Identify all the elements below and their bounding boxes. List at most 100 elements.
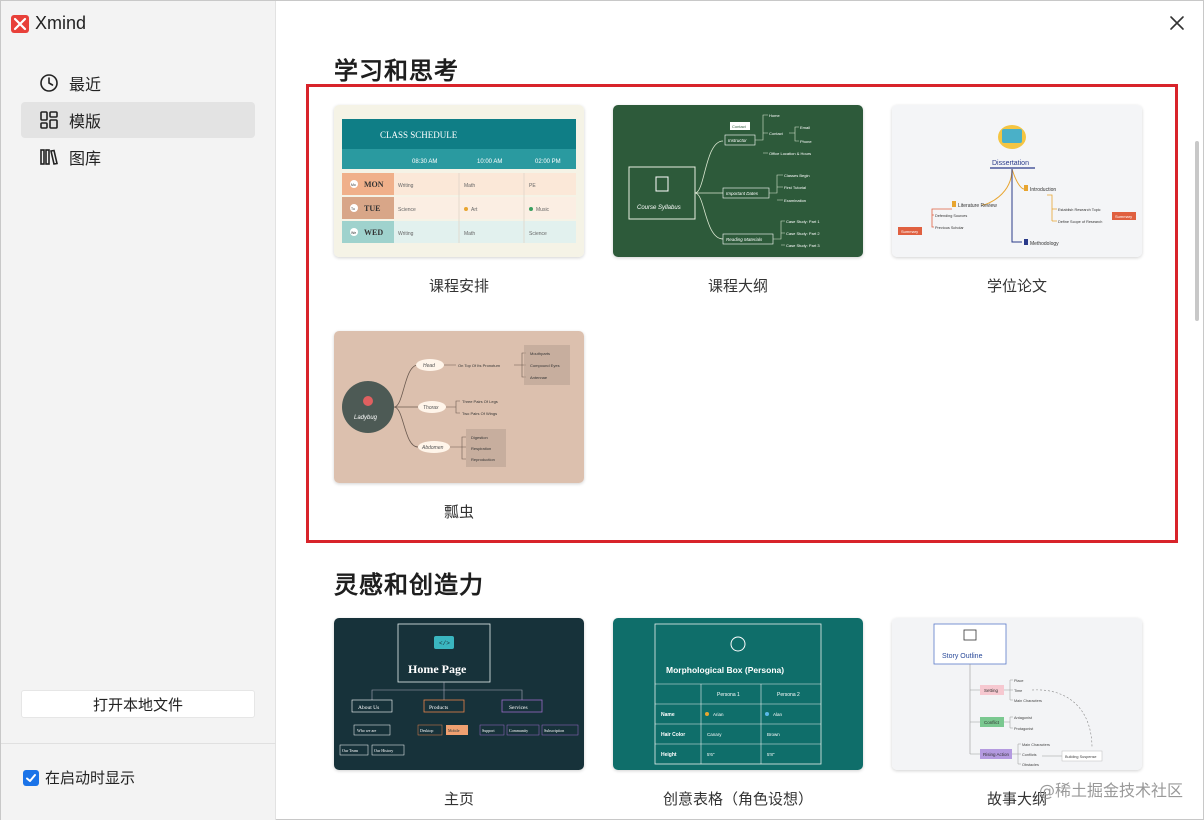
code-icon: </> bbox=[439, 640, 450, 647]
thumb-sub: Case Study: Part 1 bbox=[786, 219, 820, 224]
template-card-course-syllabus[interactable]: Course Syllabus Instructor Contact Impor… bbox=[613, 105, 863, 296]
thumb-column: Persona 1 bbox=[717, 692, 740, 698]
sidebar-item-library[interactable]: 图库 bbox=[21, 139, 255, 175]
thumb-left-sub: Previous Scholar bbox=[935, 226, 964, 230]
open-local-file-button[interactable]: 打开本地文件 bbox=[21, 690, 255, 718]
thumb-cell: Math bbox=[464, 183, 475, 189]
thumb-left-summary: Summary bbox=[901, 229, 918, 234]
template-thumbnail[interactable]: Ladybug Head Thorax Abdomen On Top Of It… bbox=[334, 331, 584, 483]
thumb-sub: Who we are bbox=[357, 728, 377, 733]
thumb-branch: Services bbox=[509, 705, 528, 711]
sidebar-item-label: 图库 bbox=[69, 149, 102, 168]
thumb-sub: Reproduction bbox=[471, 457, 495, 462]
template-thumbnail[interactable]: Morphological Box (Persona) Persona 1 Pe… bbox=[613, 618, 863, 770]
thumb-cell: Science bbox=[398, 207, 416, 213]
thumb-sub: Mouthparts bbox=[530, 351, 550, 356]
sidebar-nav: 最近 模版 图库 bbox=[21, 65, 255, 176]
thumb-day-tag: Tu bbox=[351, 207, 355, 211]
show-on-startup-label: 在启动时显示 bbox=[45, 769, 136, 787]
thumb-cell: Math bbox=[464, 231, 475, 237]
template-label: 课程安排 bbox=[428, 277, 489, 295]
sidebar-item-recent[interactable]: 最近 bbox=[21, 65, 255, 101]
thumb-branch: Abdomen bbox=[421, 445, 444, 451]
thumb-sub: Community bbox=[509, 728, 528, 733]
thumb-sub: Home bbox=[769, 113, 780, 118]
thumb-sub: Main Characters bbox=[1022, 743, 1050, 747]
thumb-note: On Top Of Its Pronotum bbox=[458, 363, 501, 368]
template-card-home-page[interactable]: </> Home Page About Us Products Services… bbox=[334, 618, 584, 809]
thumb-sub: Three Pairs Of Legs bbox=[462, 399, 498, 404]
thumb-sub: Conflicts bbox=[1022, 753, 1037, 757]
thumb-sub: Our Team bbox=[342, 748, 359, 753]
sidebar-item-templates[interactable]: 模版 bbox=[21, 102, 255, 138]
thumb-right: Introduction bbox=[1030, 187, 1056, 193]
thumb-sub: Two Pairs Of Wings bbox=[462, 411, 497, 416]
thumb-day: TUE bbox=[364, 204, 380, 213]
template-label: 课程大纲 bbox=[707, 277, 768, 295]
thumb-day: WED bbox=[364, 228, 383, 237]
template-thumbnail[interactable]: </> Home Page About Us Products Services… bbox=[334, 618, 584, 770]
thumb-note: Building Suspense bbox=[1065, 755, 1096, 759]
thumb-branch: Products bbox=[429, 705, 448, 711]
template-card-dissertation[interactable]: Dissertation Literature Review Defending… bbox=[892, 105, 1142, 296]
xmind-logo-icon bbox=[11, 14, 29, 33]
template-thumbnail[interactable]: Story Outline Setting Conflict Rising Ac… bbox=[892, 618, 1142, 770]
thumb-sub: Obstacles bbox=[1022, 763, 1039, 767]
thumb-cell: Science bbox=[529, 231, 547, 237]
sidebar-item-label: 模版 bbox=[69, 112, 102, 131]
app-name: Xmind bbox=[35, 13, 87, 33]
thumb-cell: PE bbox=[529, 183, 536, 189]
thumb-sub: Case Study: Part 3 bbox=[786, 243, 820, 248]
thumb-branch: About Us bbox=[358, 705, 379, 711]
thumb-left-sub: Defending Sources bbox=[935, 214, 967, 218]
thumb-branch: Rising Action bbox=[983, 752, 1010, 757]
thumb-branch: Thorax bbox=[423, 405, 439, 411]
template-card-morphological-box[interactable]: Morphological Box (Persona) Persona 1 Pe… bbox=[613, 618, 863, 809]
template-label: 瓢虫 bbox=[443, 503, 474, 521]
template-card-class-schedule[interactable]: CLASS SCHEDULE 08:30 AM 10:00 AM 02:00 P… bbox=[334, 105, 584, 296]
thumb-row-head: Height bbox=[661, 752, 677, 758]
thumb-cell: Art bbox=[471, 207, 478, 213]
thumb-sub: Respiration bbox=[471, 446, 491, 451]
thumb-cell: 5'6" bbox=[707, 752, 715, 757]
close-icon[interactable] bbox=[1167, 13, 1187, 33]
template-thumbnail[interactable]: Course Syllabus Instructor Contact Impor… bbox=[613, 105, 863, 257]
thumb-cell: Writing bbox=[398, 183, 414, 189]
thumb-branch: Reading Materials bbox=[726, 237, 763, 242]
thumb-time: 10:00 AM bbox=[477, 159, 502, 165]
thumb-cell: 5'8" bbox=[767, 752, 775, 757]
vertical-scrollbar[interactable] bbox=[1195, 141, 1199, 321]
thumb-cell: Writing bbox=[398, 231, 414, 237]
thumb-right-sub: Establish Research Topic bbox=[1058, 208, 1101, 212]
thumb-sub: Main Characters bbox=[1014, 699, 1042, 703]
thumb-sub: Our History bbox=[374, 748, 393, 753]
thumb-sub: Email bbox=[800, 125, 810, 130]
thumb-row-head: Hair Color bbox=[661, 732, 685, 738]
thumb-branch: Instructor bbox=[728, 138, 747, 143]
thumb-callout: Contact bbox=[732, 124, 747, 129]
brand: Xmind bbox=[11, 13, 86, 34]
thumb-branch: Important Dates bbox=[726, 191, 759, 196]
show-on-startup-checkbox[interactable] bbox=[23, 769, 39, 786]
thumb-sub: Mobile bbox=[448, 728, 460, 733]
thumb-left: Literature Review bbox=[958, 203, 997, 209]
thumb-center: Ladybug bbox=[354, 415, 378, 421]
thumb-sub: Contact bbox=[769, 131, 784, 136]
thumb-sub: Antagonist bbox=[1014, 716, 1033, 720]
thumb-day: MON bbox=[364, 180, 384, 189]
thumb-sub: Case Study: Part 2 bbox=[786, 231, 820, 236]
thumb-center: Course Syllabus bbox=[637, 205, 681, 211]
thumb-row-head: Name bbox=[661, 712, 675, 718]
thumb-title: CLASS SCHEDULE bbox=[380, 130, 458, 140]
thumb-right-summary: Summary bbox=[1115, 214, 1132, 219]
thumb-cell: Brown bbox=[767, 732, 780, 737]
thumb-sub: Protagonist bbox=[1014, 727, 1034, 731]
template-thumbnail[interactable]: Dissertation Literature Review Defending… bbox=[892, 105, 1142, 257]
thumb-time: 02:00 PM bbox=[535, 159, 561, 165]
thumb-sub: Compound Eyes bbox=[530, 363, 560, 368]
thumb-time: 08:30 AM bbox=[412, 159, 437, 165]
thumb-branch: Head bbox=[423, 363, 435, 369]
template-card-ladybug[interactable]: Ladybug Head Thorax Abdomen On Top Of It… bbox=[334, 331, 584, 522]
template-thumbnail[interactable]: CLASS SCHEDULE 08:30 AM 10:00 AM 02:00 P… bbox=[334, 105, 584, 257]
thumb-column: Persona 2 bbox=[777, 692, 800, 698]
